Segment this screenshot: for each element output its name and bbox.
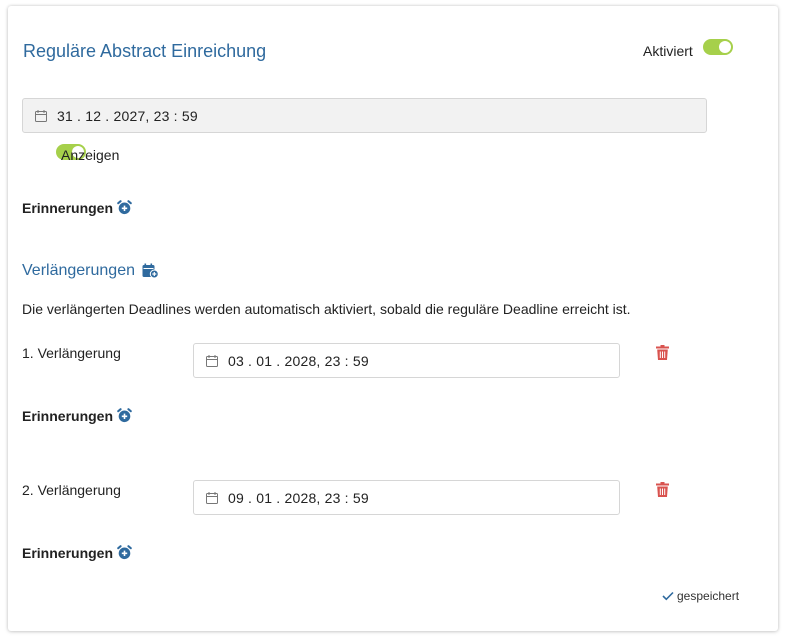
extension-1-add-reminder-button[interactable] xyxy=(117,408,132,428)
activated-toggle[interactable] xyxy=(703,39,733,55)
extension-2-label: 2. Verlängerung xyxy=(22,482,121,498)
add-reminder-button[interactable] xyxy=(117,200,132,220)
extension-1-date-value: 03 . 01 . 2028, 23 : 59 xyxy=(228,352,369,369)
check-icon xyxy=(662,591,674,601)
extension-1-date-field[interactable]: 03 . 01 . 2028, 23 : 59 xyxy=(193,343,620,378)
trash-icon xyxy=(656,345,669,360)
delete-extension-2-button[interactable] xyxy=(656,482,669,502)
alarm-plus-icon xyxy=(117,545,132,560)
calendar-icon xyxy=(206,354,218,367)
extension-2-reminders-label: Erinnerungen xyxy=(22,545,114,561)
alarm-plus-icon xyxy=(117,200,132,215)
extension-2-add-reminder-button[interactable] xyxy=(117,545,132,565)
alarm-plus-icon xyxy=(117,408,132,423)
trash-icon xyxy=(656,482,669,497)
main-deadline-value: 31 . 12 . 2027, 23 : 59 xyxy=(57,107,198,124)
delete-extension-1-button[interactable] xyxy=(656,345,669,365)
show-label: Anzeigen xyxy=(61,147,120,163)
activated-label: Aktiviert xyxy=(643,43,693,59)
page-title: Reguläre Abstract Einreichung xyxy=(23,41,267,61)
extensions-title: Verlängerungen xyxy=(22,262,135,279)
extension-1-label: 1. Verlängerung xyxy=(22,345,121,361)
saved-label: gespeichert xyxy=(677,589,740,603)
extension-2-date-field[interactable]: 09 . 01 . 2028, 23 : 59 xyxy=(193,480,620,515)
calendar-plus-icon xyxy=(142,263,159,279)
main-deadline-field[interactable]: 31 . 12 . 2027, 23 : 59 xyxy=(22,98,707,133)
reminders-label: Erinnerungen xyxy=(22,200,114,216)
extension-2-date-value: 09 . 01 . 2028, 23 : 59 xyxy=(228,489,369,506)
calendar-icon xyxy=(206,491,218,504)
saved-status: gespeichert xyxy=(662,589,739,603)
extension-1-reminders-label: Erinnerungen xyxy=(22,408,114,424)
calendar-icon xyxy=(35,109,47,122)
add-extension-button[interactable] xyxy=(142,263,159,284)
extensions-info: Die verlängerten Deadlines werden automa… xyxy=(22,301,631,317)
